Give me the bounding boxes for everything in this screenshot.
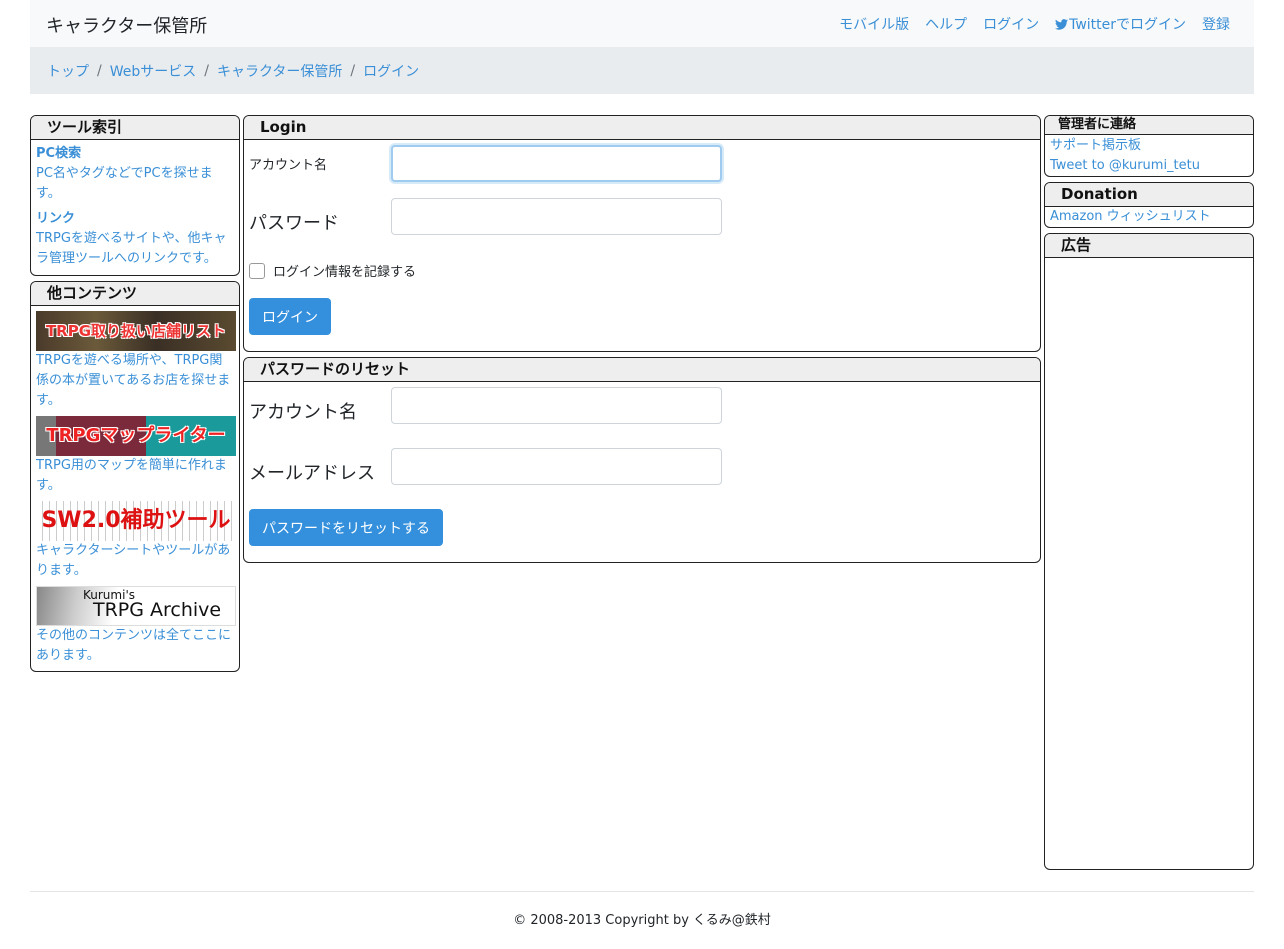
reset-account-label: アカウント名 xyxy=(249,402,357,423)
map-writer-desc[interactable]: TRPG用のマップを簡単に作れます。 xyxy=(36,456,234,496)
banner-text: SW2.0補助ツール xyxy=(41,508,231,533)
breadcrumb-separator: / xyxy=(350,62,356,79)
footer-divider xyxy=(30,891,1254,892)
nav-login[interactable]: ログイン xyxy=(983,14,1039,34)
nav-twitter-login[interactable]: Twitterでログイン xyxy=(1055,14,1186,34)
archive-desc[interactable]: その他のコンテンツは全てここにあります。 xyxy=(36,626,234,666)
contact-panel: 管理者に連絡 サポート掲示板 Tweet to @kurumi_tetu xyxy=(1044,115,1254,177)
account-input[interactable] xyxy=(391,145,722,182)
email-label: メールアドレス xyxy=(249,463,375,484)
donation-title: Donation xyxy=(1045,183,1253,207)
banner-text: TRPG Archive xyxy=(93,599,222,621)
breadcrumb-top[interactable]: トップ xyxy=(47,61,89,81)
reset-account-input[interactable] xyxy=(391,387,722,424)
breadcrumb: トップ / Webサービス / キャラクター保管所 / ログイン xyxy=(30,47,1254,94)
password-input[interactable] xyxy=(391,198,722,235)
nav-help[interactable]: ヘルプ xyxy=(925,14,967,34)
wishlist-link[interactable]: Amazon ウィッシュリスト xyxy=(1050,207,1248,227)
links-link[interactable]: リンク xyxy=(36,209,234,229)
reset-panel: パスワードのリセット アカウント名 メールアドレス パスワードをリセットする xyxy=(243,357,1041,563)
links-desc[interactable]: TRPGを遊べるサイトや、他キャラ管理ツールへのリンクです。 xyxy=(36,229,234,269)
tweet-link[interactable]: Tweet to @kurumi_tetu xyxy=(1050,156,1248,176)
pc-search-link[interactable]: PC検索 xyxy=(36,144,234,164)
reset-title: パスワードのリセット xyxy=(244,358,1040,382)
map-writer-banner[interactable]: TRPGマップライター xyxy=(36,416,236,456)
footer-copyright: © 2008-2013 Copyright by くるみ@鉄村 xyxy=(513,913,771,928)
tool-index-title: ツール索引 xyxy=(31,116,239,140)
breadcrumb-login[interactable]: ログイン xyxy=(363,61,419,81)
breadcrumb-character-storage[interactable]: キャラクター保管所 xyxy=(217,61,342,81)
nav-twitter-label: Twitterでログイン xyxy=(1069,17,1186,33)
archive-banner[interactable]: Kurumi's TRPG Archive xyxy=(36,586,236,626)
login-panel: Login アカウント名 パスワード ログイン情報を記録する ログイン xyxy=(243,115,1041,352)
login-button[interactable]: ログイン xyxy=(249,298,331,335)
contact-title: 管理者に連絡 xyxy=(1045,116,1253,135)
sw-tool-desc[interactable]: キャラクターシートやツールがあります。 xyxy=(36,541,234,581)
shop-list-banner[interactable]: TRPG取り扱い店舗リスト xyxy=(36,311,236,351)
remember-label[interactable]: ログイン情報を記録する xyxy=(273,261,416,280)
other-contents-title: 他コンテンツ xyxy=(31,282,239,306)
sw-tool-banner[interactable]: SW2.0補助ツール xyxy=(36,501,236,541)
site-brand[interactable]: キャラクター保管所 xyxy=(46,12,207,38)
password-label: パスワード xyxy=(249,213,339,234)
twitter-icon xyxy=(1055,18,1069,30)
other-contents-panel: 他コンテンツ TRPG取り扱い店舗リスト TRPGを遊べる場所や、TRPG関係の… xyxy=(30,281,240,672)
breadcrumb-separator: / xyxy=(97,62,102,79)
banner-text: TRPG取り扱い店舗リスト xyxy=(45,322,227,340)
tool-index-panel: ツール索引 PC検索 PC名やタグなどでPCを探せます。 リンク TRPGを遊べ… xyxy=(30,115,240,276)
shop-list-desc[interactable]: TRPGを遊べる場所や、TRPG関係の本が置いてあるお店を探せます。 xyxy=(36,351,234,411)
pc-search-desc[interactable]: PC名やタグなどでPCを探せます。 xyxy=(36,164,234,204)
navbar: キャラクター保管所 モバイル版 ヘルプ ログイン Twitterでログイン 登録 xyxy=(30,0,1254,47)
nav-register[interactable]: 登録 xyxy=(1202,14,1230,34)
nav-links: モバイル版 ヘルプ ログイン Twitterでログイン 登録 xyxy=(839,14,1230,34)
login-title: Login xyxy=(244,116,1040,140)
support-board-link[interactable]: サポート掲示板 xyxy=(1050,136,1248,156)
reset-button[interactable]: パスワードをリセットする xyxy=(249,509,443,546)
banner-text: TRPGマップライター xyxy=(46,425,226,446)
account-label: アカウント名 xyxy=(249,158,328,173)
breadcrumb-webservice[interactable]: Webサービス xyxy=(110,61,197,81)
breadcrumb-separator: / xyxy=(204,62,209,79)
ads-panel: 広告 xyxy=(1044,233,1254,870)
nav-mobile[interactable]: モバイル版 xyxy=(839,14,909,34)
ads-title: 広告 xyxy=(1045,234,1253,258)
remember-checkbox[interactable] xyxy=(249,263,265,279)
email-input[interactable] xyxy=(391,448,722,485)
donation-panel: Donation Amazon ウィッシュリスト xyxy=(1044,182,1254,228)
